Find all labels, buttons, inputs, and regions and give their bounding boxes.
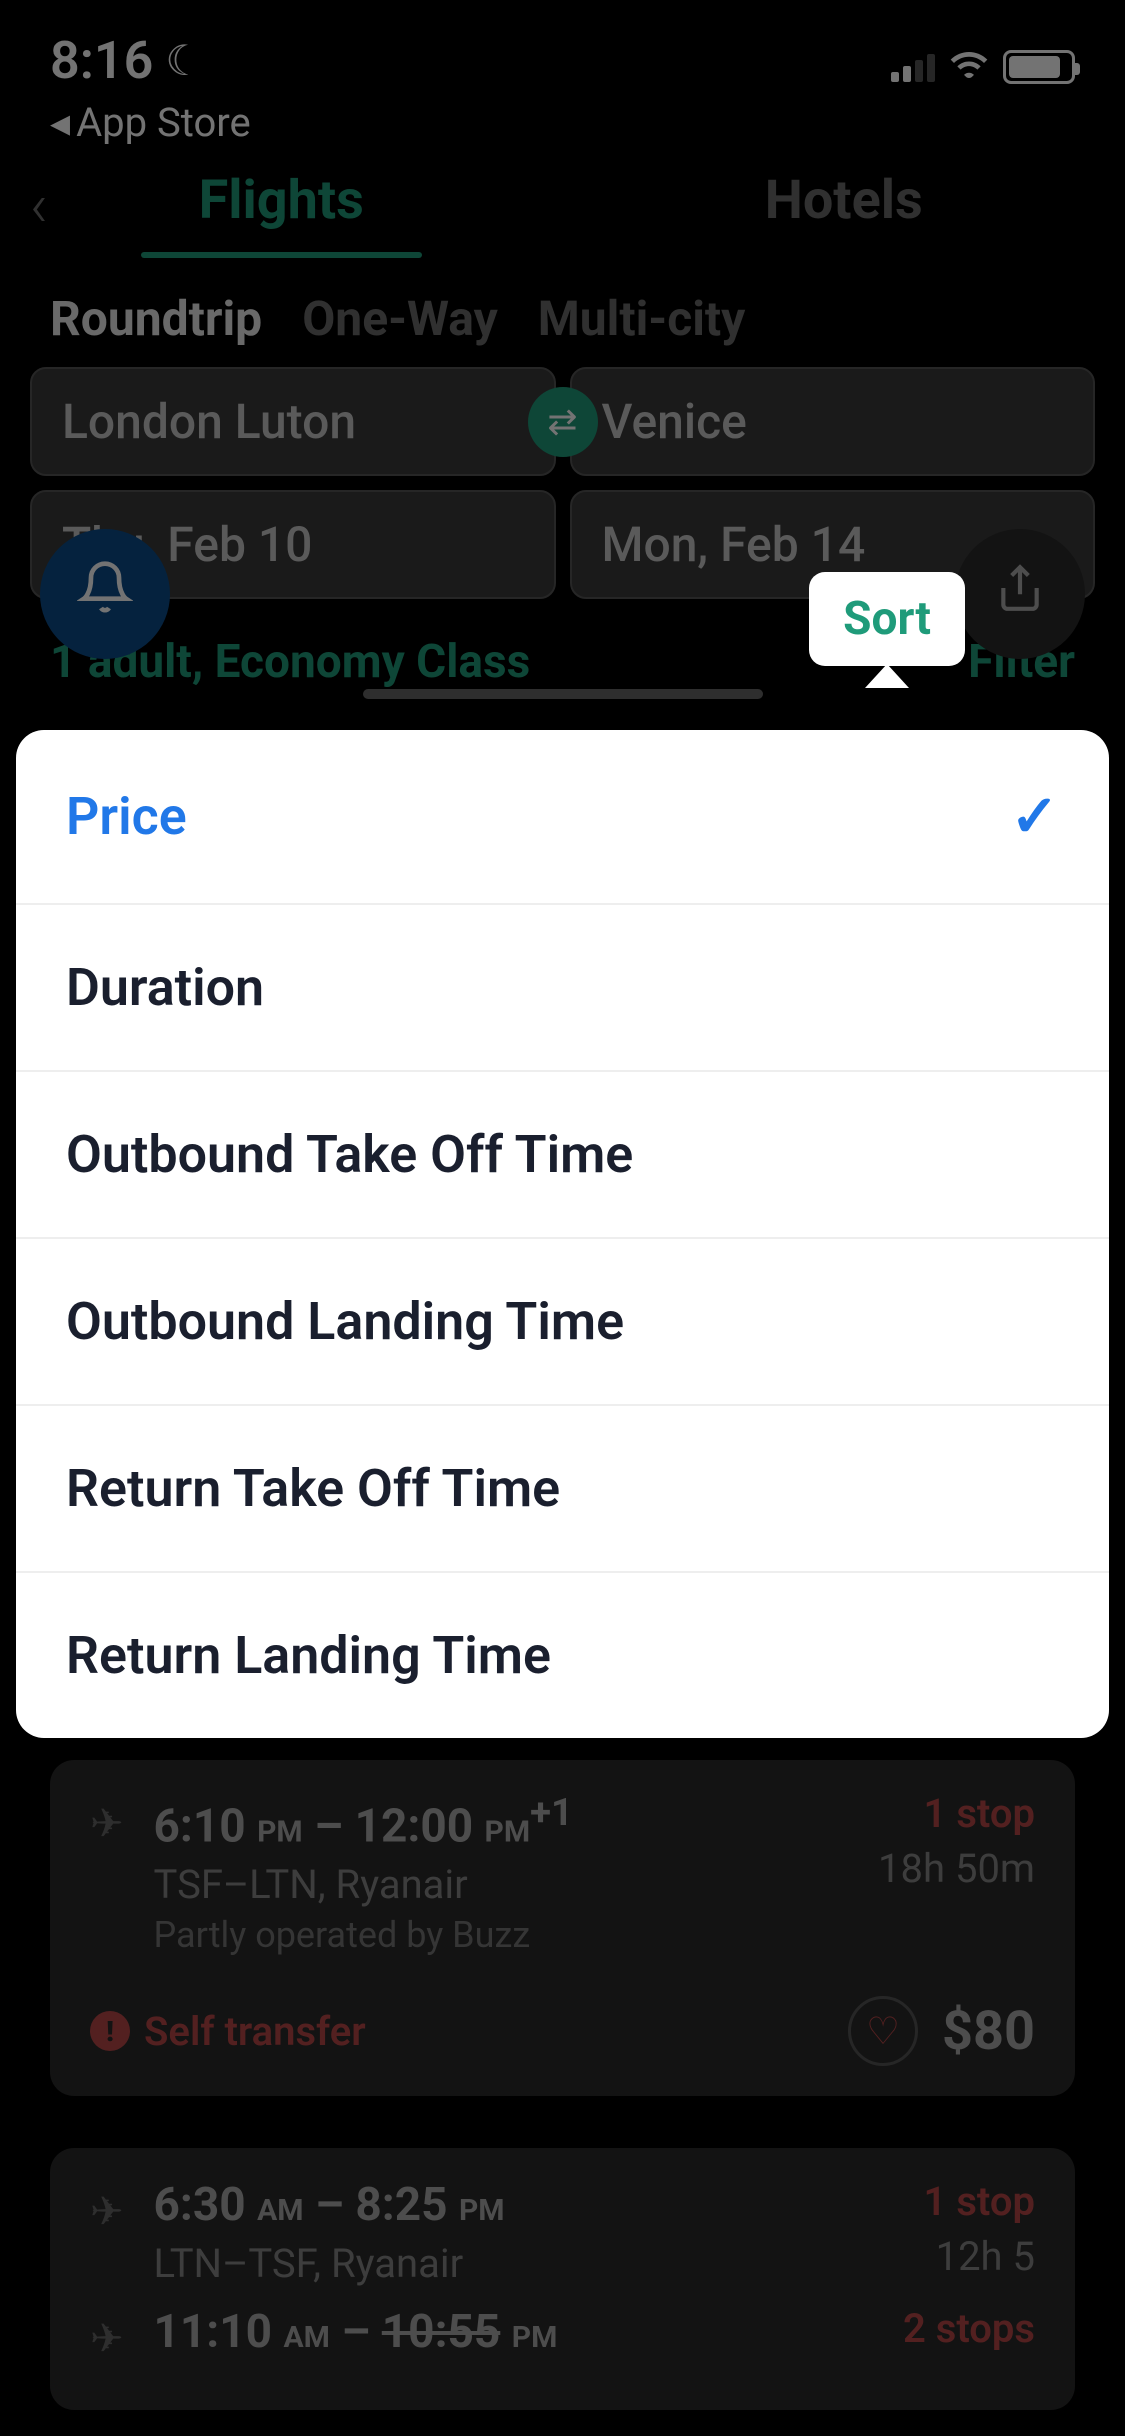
sort-option-outbound-takeoff[interactable]: Outbound Take Off Time xyxy=(16,1072,1109,1239)
sort-option-label: Outbound Landing Time xyxy=(66,1291,624,1352)
sort-option-duration[interactable]: Duration xyxy=(16,905,1109,1072)
sort-button[interactable]: Sort xyxy=(809,572,965,666)
sort-option-label: Duration xyxy=(66,957,264,1018)
checkmark-icon: ✓ xyxy=(1010,782,1059,851)
sort-option-return-takeoff[interactable]: Return Take Off Time xyxy=(16,1406,1109,1573)
sort-popover: Price ✓ Duration Outbound Take Off Time … xyxy=(16,730,1109,1738)
sort-option-label: Return Landing Time xyxy=(66,1625,551,1686)
sort-option-price[interactable]: Price ✓ xyxy=(16,730,1109,905)
sort-option-outbound-landing[interactable]: Outbound Landing Time xyxy=(16,1239,1109,1406)
sort-option-label: Return Take Off Time xyxy=(66,1458,560,1519)
sort-option-label: Outbound Take Off Time xyxy=(66,1124,633,1185)
sort-option-label: Price xyxy=(66,786,187,847)
sort-option-return-landing[interactable]: Return Landing Time xyxy=(16,1573,1109,1738)
